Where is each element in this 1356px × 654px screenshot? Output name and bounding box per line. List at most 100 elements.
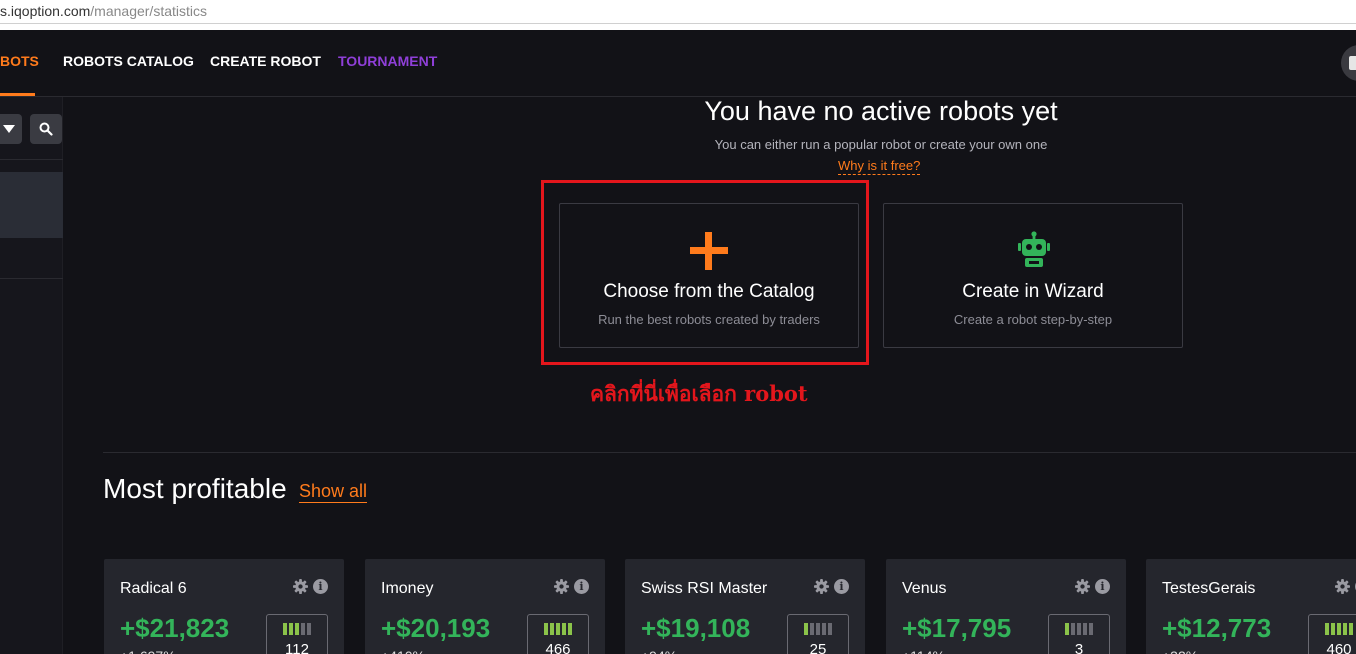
- risk-bar: [822, 623, 826, 635]
- risk-bar: [307, 623, 311, 635]
- robot-card[interactable]: Swiss RSI Master i +$19,108 +94% 25: [625, 559, 865, 654]
- info-icon[interactable]: i: [1095, 579, 1110, 594]
- robot-trade-count: 466: [545, 641, 571, 654]
- section-divider: [103, 452, 1356, 453]
- card-subtitle: Create a robot step-by-step: [953, 312, 1113, 327]
- address-bar[interactable]: s.iqoption.com/manager/statistics: [0, 0, 1356, 24]
- robot-name: Venus: [902, 580, 947, 597]
- robot-card[interactable]: Venus i +$17,795 +114% 3: [886, 559, 1126, 654]
- robot-stats-box: 25: [787, 614, 849, 654]
- nav-item-tournament[interactable]: TOURNAMENT: [338, 53, 437, 69]
- robot-icon: [1018, 231, 1050, 267]
- robot-profit-percent: +114%: [902, 648, 945, 654]
- risk-bar: [568, 623, 572, 635]
- robot-stats-box: 112: [266, 614, 328, 654]
- risk-bar: [544, 623, 548, 635]
- empty-state-title: You have no active robots yet: [704, 96, 1058, 126]
- risk-bar: [1089, 623, 1093, 635]
- gear-icon[interactable]: [293, 579, 308, 594]
- sidebar-item-selected[interactable]: [0, 172, 63, 238]
- robot-profit: +$19,108: [641, 613, 751, 643]
- nav-item-create-robot[interactable]: CREATE ROBOT: [210, 53, 321, 69]
- address-bar-text: s.iqoption.com/manager/statistics: [0, 3, 207, 19]
- annotation-highlight-box: [541, 180, 869, 365]
- risk-bar: [1325, 623, 1329, 635]
- info-icon[interactable]: i: [834, 579, 849, 594]
- robot-profit: +$20,193: [381, 613, 491, 643]
- annotation-text: คลิกที่นี่เพื่อเลือก robot: [590, 381, 808, 406]
- url-path: /manager/statistics: [90, 3, 207, 19]
- url-host: s.iqoption.com: [0, 3, 91, 19]
- info-icon[interactable]: i: [574, 579, 589, 594]
- search-icon: [39, 122, 53, 136]
- risk-bar: [550, 623, 554, 635]
- robot-stats-box: 3: [1048, 614, 1110, 654]
- robot-trade-count: 112: [285, 641, 309, 654]
- risk-bar: [1083, 623, 1087, 635]
- robot-profit: +$17,795: [902, 613, 1012, 643]
- robot-card[interactable]: Imoney i +$20,193 +410% 466: [365, 559, 605, 654]
- show-all-link[interactable]: Show all: [299, 481, 368, 503]
- why-free-link[interactable]: Why is it free?: [838, 158, 921, 175]
- robot-profit-percent: +32%: [1162, 648, 1198, 654]
- avatar-icon: [1349, 56, 1356, 70]
- search-button[interactable]: [30, 114, 62, 144]
- robot-name: Imoney: [381, 580, 434, 597]
- chevron-down-icon: [3, 125, 15, 133]
- risk-bar: [301, 623, 305, 635]
- robot-profit-percent: +94%: [641, 648, 677, 654]
- empty-state-subtitle: You can either run a popular robot or cr…: [714, 137, 1048, 152]
- risk-bar: [810, 623, 814, 635]
- robot-trade-count: 3: [1074, 641, 1084, 654]
- top-nav: BOTS ROBOTS CATALOG CREATE ROBOT TOURNAM…: [0, 30, 1356, 97]
- nav-item-robots-catalog[interactable]: ROBOTS CATALOG: [63, 53, 194, 69]
- filter-dropdown-button[interactable]: [0, 114, 22, 144]
- risk-bar: [828, 623, 832, 635]
- risk-bar: [1337, 623, 1341, 635]
- risk-bar: [295, 623, 299, 635]
- robot-name: TestesGerais: [1162, 580, 1256, 597]
- robot-stats-box: 466: [527, 614, 589, 654]
- risk-level-bars: [1325, 623, 1355, 635]
- risk-bar: [804, 623, 808, 635]
- section-title: Most profitable: [103, 473, 287, 504]
- robot-stats-box: 460: [1308, 614, 1356, 654]
- gear-icon[interactable]: [814, 579, 829, 594]
- robot-profit: +$21,823: [120, 613, 230, 643]
- risk-bar: [1077, 623, 1081, 635]
- robot-trade-count: 460: [1326, 641, 1352, 654]
- robot-card[interactable]: Radical 6 i +$21,823 +1,697% 112: [104, 559, 344, 654]
- robot-trade-count: 25: [809, 641, 827, 654]
- risk-bar: [283, 623, 287, 635]
- info-icon[interactable]: i: [313, 579, 328, 594]
- risk-level-bars: [544, 623, 574, 635]
- active-tab-indicator: [0, 93, 35, 96]
- risk-level-bars: [804, 623, 834, 635]
- nav-item-bots[interactable]: BOTS: [0, 53, 39, 69]
- risk-bar: [1343, 623, 1347, 635]
- gear-icon[interactable]: [554, 579, 569, 594]
- risk-bar: [1331, 623, 1335, 635]
- gear-icon[interactable]: [1075, 579, 1090, 594]
- risk-bar: [562, 623, 566, 635]
- create-in-wizard-card[interactable]: Create in Wizard Create a robot step-by-…: [883, 203, 1183, 348]
- risk-level-bars: [283, 623, 313, 635]
- sidebar: [0, 97, 63, 654]
- risk-bar: [816, 623, 820, 635]
- gear-icon[interactable]: [1335, 579, 1350, 594]
- robot-profit: +$12,773: [1162, 613, 1272, 643]
- risk-level-bars: [1065, 623, 1095, 635]
- risk-bar: [556, 623, 560, 635]
- sidebar-divider: [0, 278, 63, 279]
- card-title: Create in Wizard: [962, 281, 1104, 302]
- robot-profit-percent: +410%: [381, 648, 425, 654]
- robot-name: Swiss RSI Master: [641, 580, 768, 597]
- robot-name: Radical 6: [120, 580, 187, 597]
- robot-profit-percent: +1,697%: [120, 648, 176, 654]
- risk-bar: [1349, 623, 1353, 635]
- risk-bar: [1071, 623, 1075, 635]
- sidebar-divider: [0, 159, 63, 160]
- robot-card[interactable]: TestesGerais i +$12,773 +32% 460: [1146, 559, 1356, 654]
- risk-bar: [289, 623, 293, 635]
- risk-bar: [1065, 623, 1069, 635]
